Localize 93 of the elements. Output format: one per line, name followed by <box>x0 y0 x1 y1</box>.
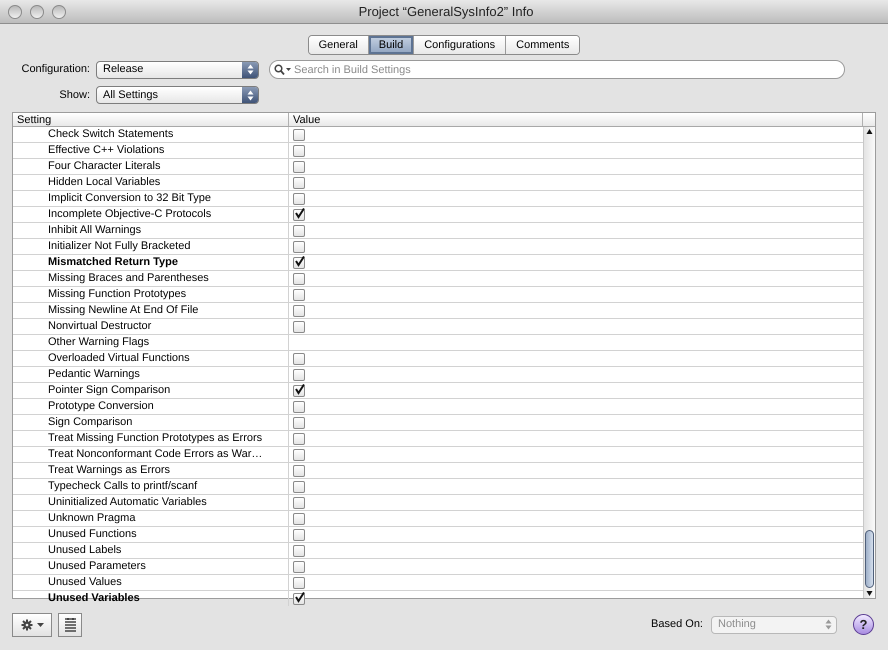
setting-name: Prototype Conversion <box>13 399 289 414</box>
setting-name: Effective C++ Violations <box>13 143 289 158</box>
window-title: Project “GeneralSysInfo2” Info <box>358 2 534 21</box>
search-field[interactable]: Search in Build Settings <box>269 60 845 79</box>
setting-name: Pointer Sign Comparison <box>13 383 289 398</box>
checkbox[interactable] <box>293 208 305 220</box>
setting-name: Mismatched Return Type <box>13 255 289 270</box>
checkbox[interactable] <box>293 240 305 252</box>
checkmark-icon <box>294 208 305 218</box>
setting-name: Hidden Local Variables <box>13 175 289 190</box>
stepper-icon <box>246 64 254 75</box>
setting-name: Implicit Conversion to 32 Bit Type <box>13 191 289 206</box>
checkbox[interactable] <box>293 416 305 428</box>
checkbox[interactable] <box>293 576 305 588</box>
list-button[interactable] <box>58 612 82 636</box>
checkbox[interactable] <box>293 432 305 444</box>
checkbox[interactable] <box>293 544 305 556</box>
stepper-icon <box>246 90 254 100</box>
setting-name: Initializer Not Fully Bracketed <box>13 239 289 254</box>
checkbox[interactable] <box>293 176 305 188</box>
checkbox[interactable] <box>293 272 305 284</box>
help-button[interactable]: ? <box>853 614 874 635</box>
tab[interactable]: Comments <box>505 36 580 54</box>
scroll-down-icon[interactable] <box>866 588 873 598</box>
setting-name: Unused Functions <box>13 527 289 542</box>
setting-name: Four Character Literals <box>13 159 289 174</box>
setting-name: Uninitialized Automatic Variables <box>13 495 289 510</box>
gear-icon <box>20 618 32 630</box>
configuration-label: Configuration: <box>20 62 90 78</box>
checkmark-icon <box>294 256 305 266</box>
setting-name: Unused Parameters <box>13 559 289 574</box>
window-control-button[interactable] <box>8 4 22 18</box>
checkbox[interactable] <box>293 384 305 396</box>
checkbox[interactable] <box>293 480 305 492</box>
checkmark-icon <box>294 384 305 394</box>
checkbox[interactable] <box>293 592 305 604</box>
setting-name: Sign Comparison <box>13 415 289 430</box>
setting-name: Incomplete Objective-C Protocols <box>13 207 289 222</box>
action-menu-button[interactable] <box>12 612 52 636</box>
checkbox[interactable] <box>293 128 305 140</box>
setting-name: Pedantic Warnings <box>13 367 289 382</box>
tab[interactable]: General <box>308 36 368 54</box>
setting-name: Typecheck Calls to printf/scanf <box>13 479 289 494</box>
checkbox[interactable] <box>293 352 305 364</box>
tab[interactable]: Build <box>368 36 414 54</box>
setting-name: Treat Nonconformant Code Errors as War… <box>13 447 289 462</box>
window-control-button[interactable] <box>52 4 66 18</box>
checkbox[interactable] <box>293 368 305 380</box>
setting-name: Unknown Pragma <box>13 511 289 526</box>
checkbox[interactable] <box>293 256 305 268</box>
tab[interactable]: Configurations <box>413 36 506 54</box>
window-control-button[interactable] <box>30 4 44 18</box>
setting-name: Unused Labels <box>13 543 289 558</box>
setting-name: Unused Variables <box>13 591 289 606</box>
scroll-up-icon[interactable] <box>866 127 873 137</box>
checkbox[interactable] <box>293 288 305 300</box>
scrollbar[interactable] <box>863 127 875 598</box>
setting-name: Missing Function Prototypes <box>13 287 289 302</box>
checkbox[interactable] <box>293 192 305 204</box>
checkbox[interactable] <box>293 320 305 332</box>
column-header[interactable]: Value <box>289 113 863 126</box>
checkbox[interactable] <box>293 464 305 476</box>
list-icon <box>64 617 76 632</box>
checkbox[interactable] <box>293 512 305 524</box>
checkbox[interactable] <box>293 560 305 572</box>
setting-name: Treat Missing Function Prototypes as Errors <box>13 431 289 446</box>
checkbox[interactable] <box>293 528 305 540</box>
show-popup[interactable]: All Settings <box>96 86 259 104</box>
checkbox[interactable] <box>293 144 305 156</box>
column-header[interactable]: Setting <box>13 113 289 126</box>
configuration-popup[interactable]: Release <box>96 60 259 78</box>
setting-name: Inhibit All Warnings <box>13 223 289 238</box>
setting-name: Check Switch Statements <box>13 127 289 142</box>
setting-name: Overloaded Virtual Functions <box>13 351 289 366</box>
search-icon <box>274 64 292 75</box>
setting-name: Missing Newline At End Of File <box>13 303 289 318</box>
checkbox[interactable] <box>293 496 305 508</box>
setting-name: Missing Braces and Parentheses <box>13 271 289 286</box>
caret-icon <box>36 622 44 626</box>
setting-name: Unused Values <box>13 575 289 590</box>
stepper-icon <box>824 619 832 630</box>
checkbox[interactable] <box>293 400 305 412</box>
checkmark-icon <box>294 592 305 602</box>
scroll-thumb[interactable] <box>865 530 874 588</box>
setting-name: Treat Warnings as Errors <box>13 463 289 478</box>
checkbox[interactable] <box>293 224 305 236</box>
setting-name: Nonvirtual Destructor <box>13 319 289 334</box>
setting-name: Other Warning Flags <box>13 335 289 350</box>
checkbox[interactable] <box>293 448 305 460</box>
checkbox[interactable] <box>293 304 305 316</box>
show-label: Show: <box>58 88 90 103</box>
checkbox[interactable] <box>293 160 305 172</box>
based-on-label: Based On: <box>651 617 703 632</box>
